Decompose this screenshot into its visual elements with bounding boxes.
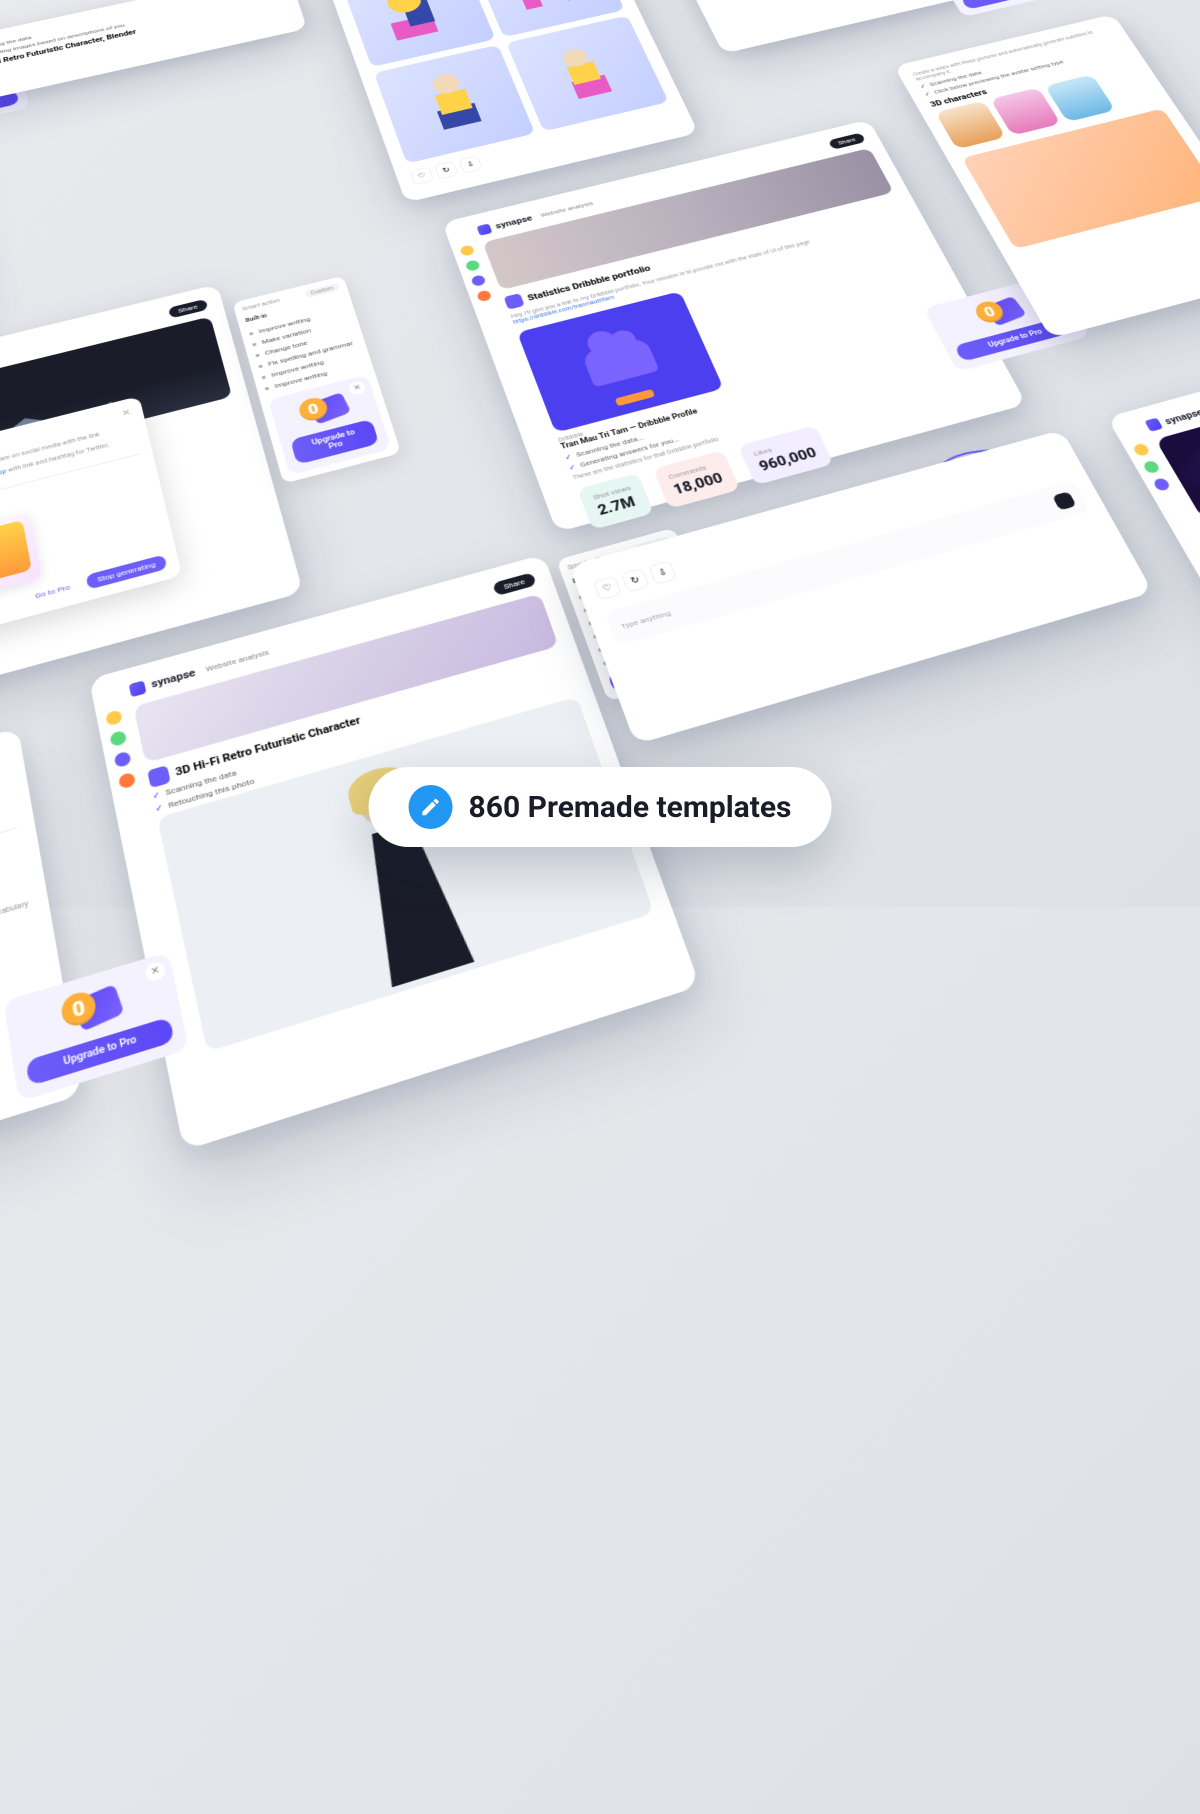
go-pro[interactable]: Go to Pro xyxy=(23,577,82,606)
action-icon[interactable]: ⇩ xyxy=(648,560,677,585)
action-icon[interactable]: ♡ xyxy=(410,167,434,186)
image-gen-header: Scanning the data Generating images base… xyxy=(0,0,307,108)
image-grid-card: ♡ ↻ ⇩ xyxy=(325,0,699,203)
pricing-card: synapse Unlock the power of AI Here's th… xyxy=(1107,317,1200,721)
upgrade-button[interactable]: Upgrade to Pro xyxy=(960,0,1068,10)
smart-actions-panel: Smart action Custom Built-in Improve wri… xyxy=(232,276,401,484)
action-icon[interactable]: ♡ xyxy=(593,576,622,601)
stat-comments: Comments 18,000 xyxy=(653,450,741,509)
templates-badge: 860 Premade templates xyxy=(369,767,832,847)
stop-button[interactable]: Stop generating xyxy=(85,554,167,589)
action-icon[interactable]: ↻ xyxy=(434,161,458,179)
logo-icon xyxy=(476,223,492,235)
logo-icon xyxy=(129,680,147,697)
edu-card: Download ⇩ Writing Skills 80% Grammar an… xyxy=(0,728,82,1245)
upgrade-button[interactable]: Upgrade to Pro xyxy=(0,90,19,129)
close-icon[interactable]: ✕ xyxy=(348,380,367,396)
close-icon[interactable]: ✕ xyxy=(144,960,166,983)
stats-icon xyxy=(504,293,525,310)
action-icon[interactable]: ⇩ xyxy=(458,155,482,173)
share-button[interactable]: Share xyxy=(828,132,867,149)
close-icon[interactable]: ✕ xyxy=(121,408,133,425)
social-modal: Social media post ✕ Create promotional c… xyxy=(0,396,182,661)
photo-icon xyxy=(147,765,171,788)
pencil-icon xyxy=(409,785,453,829)
promo-box: ✕ 0 Upgrade to Pro xyxy=(934,0,1079,17)
generated-image[interactable] xyxy=(506,16,669,132)
template-count: 860 xyxy=(469,790,521,825)
action-icon[interactable]: ↻ xyxy=(621,568,650,593)
stat-shot-views: Shot views 2.7M xyxy=(577,473,653,530)
tts-card: Text to speech voice Synapse is an AI ch… xyxy=(641,0,992,54)
logo-icon xyxy=(1144,418,1163,432)
share-button[interactable]: Share xyxy=(168,299,209,319)
share-button[interactable]: Share xyxy=(492,572,537,596)
hero-banner: Unlock the power of AI xyxy=(1155,349,1200,519)
generated-image[interactable] xyxy=(374,45,535,164)
